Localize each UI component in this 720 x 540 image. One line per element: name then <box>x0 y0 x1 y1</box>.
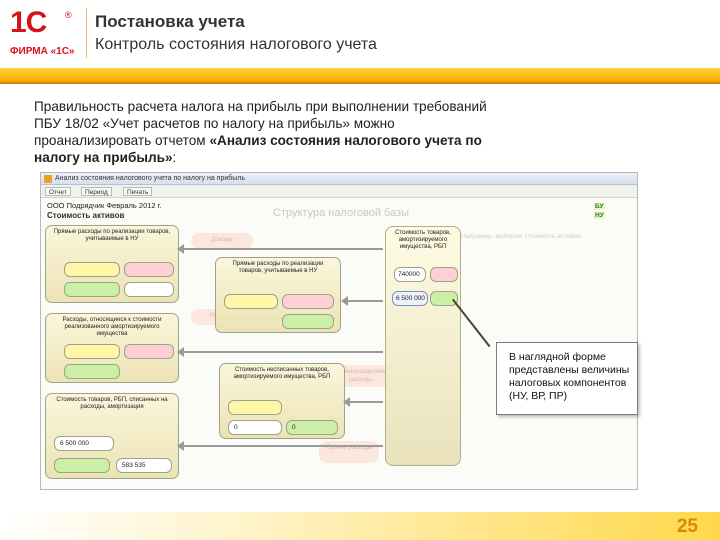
group-goods-cost-total[interactable]: Стоимость товаров, амортизируемого имуще… <box>385 226 461 466</box>
value-field[interactable]: 583 535 <box>116 458 172 473</box>
value-field[interactable] <box>124 344 174 359</box>
value-field[interactable]: 6 500 000 <box>392 291 428 306</box>
flow-arrow <box>341 296 383 306</box>
flow-arrow <box>177 347 383 357</box>
intro-colon: : <box>172 150 177 165</box>
group-unwritten-goods[interactable]: Стоимость несписанных товаров, амортизир… <box>219 363 345 439</box>
report-screenshot: Анализ состояния налогового учета по нал… <box>40 172 638 490</box>
report-toolbar: Отчет Период Печать <box>41 185 637 198</box>
value-field[interactable]: 740000 <box>394 267 426 282</box>
report-section-heading: Стоимость активов <box>47 211 125 220</box>
logo-registered: ® <box>65 10 72 20</box>
value-field[interactable] <box>64 364 120 379</box>
value-field[interactable] <box>124 262 174 277</box>
header-divider <box>86 8 87 58</box>
header: 1С ® ФИРМА «1С» Постановка учета Контрол… <box>0 0 720 68</box>
value-field[interactable] <box>282 314 334 329</box>
diagram-title: Структура налоговой базы <box>273 207 410 219</box>
header-gold-bar <box>0 68 720 82</box>
report-window-title-text: Анализ состояния налогового учета по нал… <box>55 175 246 182</box>
legend-nu: НУ <box>594 212 605 219</box>
value-field[interactable]: 0 <box>228 420 282 435</box>
company-logo: 1С ® ФИРМА «1С» <box>8 6 78 66</box>
value-field[interactable] <box>282 294 334 309</box>
value-field[interactable] <box>124 282 174 297</box>
report-window-title: Анализ состояния налогового учета по нал… <box>41 173 637 185</box>
slide-title: Постановка учета <box>95 12 245 31</box>
flow-arrow <box>343 397 383 407</box>
value-field[interactable]: 0 <box>286 420 338 435</box>
value-field[interactable] <box>430 267 458 282</box>
value-field[interactable] <box>228 400 282 415</box>
toolbar-period-button[interactable]: Период <box>81 187 112 196</box>
value-field[interactable] <box>224 294 278 309</box>
group-amortizable-assets[interactable]: Расходы, относящиеся к стоимости реализо… <box>45 313 179 383</box>
ghost-income: Доходы <box>191 233 253 249</box>
toolbar-print-button[interactable]: Печать <box>123 187 153 196</box>
report-period: ООО Подрядчик Февраль 2012 г. <box>47 201 162 210</box>
value-field[interactable] <box>64 282 120 297</box>
value-field[interactable] <box>64 262 120 277</box>
flow-arrow <box>177 441 383 451</box>
callout-box: В наглядной форме представлены величины … <box>496 342 638 415</box>
intro-paragraph: Правильность расчета налога на прибыль п… <box>34 98 514 166</box>
value-field[interactable]: 6 500 000 <box>54 436 114 451</box>
header-gold-line <box>0 82 720 84</box>
group-direct-costs-1[interactable]: Прямые расходы по реализации товаров, уч… <box>45 225 179 303</box>
logo-mark: 1С <box>10 6 47 39</box>
window-icon <box>44 175 52 183</box>
ghost-hint: Например, выберем стоимость активов <box>461 233 581 240</box>
group-direct-costs-2[interactable]: Прямые расходы по реализации товаров, уч… <box>215 257 341 333</box>
toolbar-report-button[interactable]: Отчет <box>45 187 71 196</box>
value-field[interactable] <box>54 458 110 473</box>
group-written-off-goods[interactable]: Стоимость товаров, РБП, списанных на рас… <box>45 393 179 479</box>
flow-arrow <box>177 244 383 254</box>
logo-firm-name: ФИРМА «1С» <box>10 46 75 57</box>
page-number: 25 <box>676 516 698 537</box>
value-field[interactable] <box>64 344 120 359</box>
slide-subtitle: Контроль состояния налогового учета <box>95 36 377 53</box>
footer-bar <box>0 512 720 540</box>
legend-bu: БУ <box>594 203 605 210</box>
